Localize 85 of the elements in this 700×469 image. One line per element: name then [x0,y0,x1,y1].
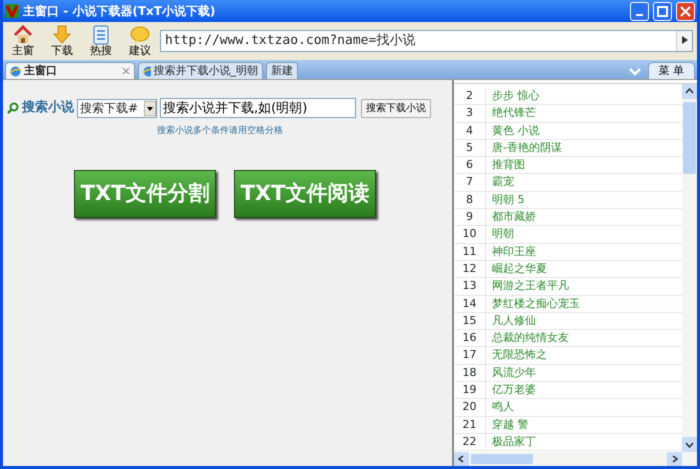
speech-bubble-icon [130,24,150,45]
novel-title[interactable]: 鸣人 [486,399,514,416]
novel-title[interactable]: 绝代锋芒 [486,105,536,122]
novel-title[interactable]: 黄色 小说 [486,122,540,139]
vertical-scrollbar[interactable] [682,84,697,452]
novel-title[interactable]: 唐-香艳的阴谋 [486,140,562,156]
app-icon [5,4,19,18]
row-number: 21 [454,416,486,433]
row-number: 18 [454,364,486,382]
novel-title[interactable]: 推背图 [486,157,525,174]
row-number: 5 [454,140,486,156]
row-number: 17 [454,347,486,364]
action-button[interactable]: TXT文件分割 [74,170,216,218]
row-number: 3 [454,105,486,122]
toolbar-button[interactable]: 下载 [44,24,80,58]
scroll-right-icon[interactable] [667,452,682,466]
novel-title[interactable]: 亿万老婆 [486,382,536,398]
window-title: 主窗口 - 小说下载器(TxT小说下载) [23,3,216,20]
scroll-up-icon[interactable] [682,84,697,99]
menu-button[interactable]: 菜 单 [648,62,695,79]
close-tab-icon[interactable] [122,66,130,75]
novel-title[interactable]: 都市藏娇 [486,209,536,226]
close-icon [680,6,691,16]
novel-title[interactable]: 崛起之华夏 [486,260,547,278]
row-number: 8 [454,192,486,208]
novel-title[interactable]: 无限恐怖之 [486,347,547,364]
minimize-button[interactable] [630,2,649,20]
novel-title[interactable]: 风流少年 [486,364,536,382]
close-button[interactable] [676,2,695,20]
row-number: 11 [454,244,486,260]
toolbar-button[interactable]: 建议 [122,24,158,58]
novel-title[interactable]: 神印王座 [486,244,536,260]
scroll-thumb[interactable] [683,102,696,174]
row-number: 6 [454,157,486,174]
row-number: 14 [454,296,486,312]
tab[interactable]: 主窗口 [5,62,135,79]
house-icon [13,24,33,45]
novel-title[interactable]: 穿越 警 [486,416,528,433]
novel-title[interactable]: 凡人修仙 [486,312,536,330]
scroll-left-icon[interactable] [454,452,469,466]
row-number: 20 [454,399,486,416]
play-arrow-icon [682,36,688,44]
novel-title[interactable]: 极品家丁 [486,434,536,450]
tab[interactable]: 搜索并下载小说_明朝 [138,62,263,79]
toolbar-button[interactable]: 主窗 [5,24,41,58]
row-number: 22 [454,434,486,450]
novel-title[interactable]: 霸宠 [486,174,514,191]
row-number: 9 [454,209,486,226]
minimize-icon [636,14,643,16]
horizontal-scrollbar[interactable] [454,452,697,466]
novel-title[interactable]: 步步 惊心 [486,88,540,104]
row-number: 13 [454,278,486,295]
novel-title[interactable]: 网游之王者平凡 [486,278,569,295]
novel-title[interactable]: 明朝 5 [486,192,524,208]
maximize-icon [657,6,668,16]
row-number: 10 [454,226,486,243]
search-icon [7,102,19,114]
search-field[interactable]: 搜索小说并下载,如(明朝) [160,98,356,118]
globe-icon [10,66,21,76]
novel-title[interactable]: 明朝 [486,226,514,243]
search-mode-dropdown[interactable]: 搜索下载# [77,98,157,118]
novel-title[interactable]: 总裁的纯情女友 [486,330,569,346]
go-button[interactable] [676,31,692,51]
search-label: 搜索小说 [22,98,74,118]
row-number: 4 [454,122,486,139]
scroll-down-icon[interactable] [682,437,697,452]
search-hint: 搜索小说多个条件请用空格分格 [157,126,283,136]
novel-title[interactable]: 梦红楼之痴心宠玉 [486,296,580,312]
address-field[interactable]: http://www.txtzao.com?name=找小说 [160,30,693,52]
row-number: 12 [454,260,486,278]
row-number: 7 [454,174,486,191]
row-number: 15 [454,312,486,330]
toolbar-button[interactable]: 热搜 [83,24,119,58]
search-download-button[interactable]: 搜索下载小说 [361,98,431,118]
list-icon [91,24,111,45]
tab[interactable]: 新建 [266,62,298,79]
maximize-button[interactable] [653,2,672,20]
down-arrow-icon [52,24,72,45]
action-button[interactable]: TXT文件阅读 [234,170,376,218]
dropdown-arrow-icon [144,100,156,116]
row-number: 19 [454,382,486,398]
row-number: 16 [454,330,486,346]
globe-icon [143,66,150,76]
scroll-thumb[interactable] [471,454,533,464]
row-number: 2 [454,88,486,104]
